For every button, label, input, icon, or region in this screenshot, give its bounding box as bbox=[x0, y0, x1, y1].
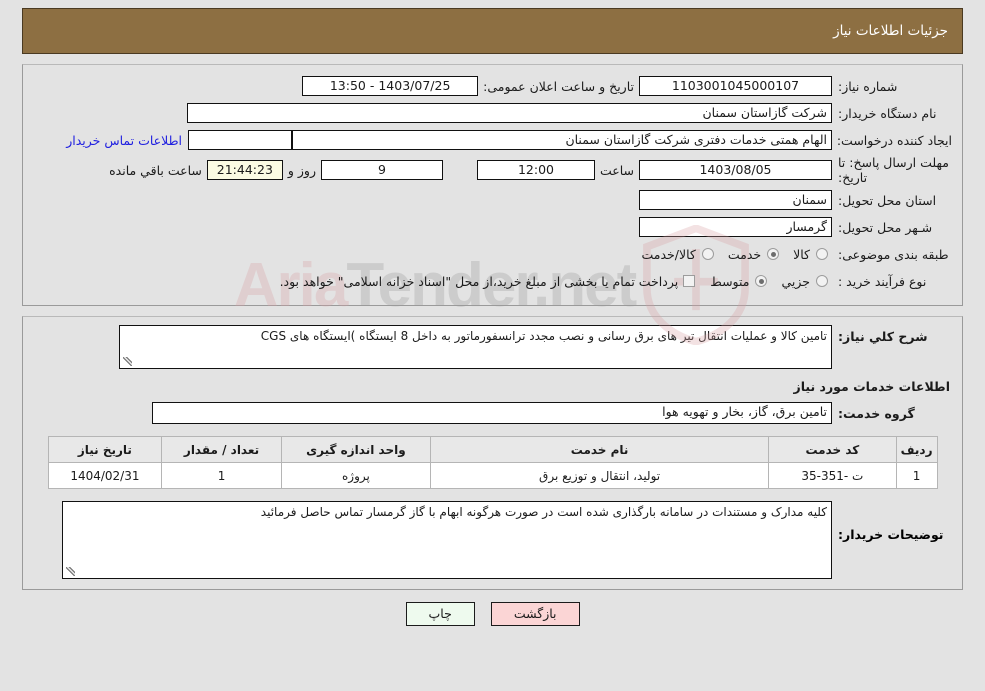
radio-category-goods-service-label: کالا/خدمت bbox=[641, 246, 696, 262]
row-category: طبقه بندی موضوعی: کالا خدمت کالا/خدمت bbox=[33, 241, 952, 267]
radio-category-service[interactable] bbox=[767, 248, 780, 260]
service-group-label: گروه خدمت: bbox=[838, 405, 915, 421]
treasury-docs-checkbox[interactable] bbox=[683, 275, 696, 287]
th-need-date: تاریخ نیاز bbox=[47, 436, 163, 463]
th-service-code: کد خدمت bbox=[768, 436, 897, 463]
treasury-docs-note: پرداخت تمام یا بخشی از مبلغ خرید،از محل … bbox=[279, 273, 679, 289]
table-header-row: ردیف کد خدمت نام خدمت واحد اندازه گیری ت… bbox=[47, 436, 938, 463]
creator-label: ایجاد کننده درخواست: bbox=[836, 132, 952, 148]
hour-label: ساعت bbox=[599, 162, 634, 178]
province-value: سمنان bbox=[639, 190, 832, 210]
services-section-title: اطلاعات خدمات مورد نیاز bbox=[793, 379, 951, 394]
city-label: شـهر محل تحویل: bbox=[838, 219, 933, 235]
th-row-index: ردیف bbox=[895, 436, 938, 463]
print-button[interactable]: چاپ bbox=[405, 602, 475, 626]
category-label: طبقه بندی موضوعی: bbox=[838, 246, 949, 262]
th-quantity: تعداد / مقدار bbox=[161, 436, 282, 463]
buyer-notes-textarea[interactable]: کلیه مدارک و مستندات در سامانه بارگذاری … bbox=[62, 501, 832, 579]
description-textarea[interactable]: تامین کالا و عملیات انتقال تیر های برق ر… bbox=[119, 325, 832, 369]
table-row: 1 ت -351-35 تولید، انتقال و توزیع برق پر… bbox=[47, 462, 938, 489]
deadline-label-line2: تاریخ: bbox=[838, 170, 868, 185]
need-info-panel: شماره نیاز: 1103001045000107 تاریخ و ساع… bbox=[22, 64, 963, 306]
page-root: AriaTender.net جزئیات اطلاعات نیاز شماره… bbox=[0, 0, 985, 691]
public-announce-value: 1403/07/25 - 13:50 bbox=[302, 76, 479, 96]
buyer-notes-label: توضیحات خریدار: bbox=[838, 527, 944, 542]
row-creator: ایجاد کننده درخواست: الهام همتی خدمات دف… bbox=[33, 127, 952, 153]
header-bar: جزئیات اطلاعات نیاز bbox=[22, 8, 963, 54]
buyer-org-label: نام دستگاه خریدار: bbox=[838, 105, 937, 121]
services-panel: شرح کلي نیاز: تامین کالا و عملیات انتقال… bbox=[22, 316, 963, 590]
service-group-value: تامین برق، گاز، بخار و تهویه هوا bbox=[152, 402, 832, 424]
buyer-contact-link[interactable]: اطلاعات تماس خریدار bbox=[60, 133, 188, 148]
radio-process-medium-label: متوسط bbox=[710, 273, 750, 289]
cell-unit: پروژه bbox=[280, 462, 432, 489]
radio-process-minor-label: جزیي bbox=[781, 273, 810, 289]
deadline-date-value: 1403/08/05 bbox=[639, 160, 832, 180]
cell-quantity: 1 bbox=[161, 462, 282, 489]
radio-category-goods[interactable] bbox=[816, 248, 828, 260]
province-label: استان محل تحویل: bbox=[838, 192, 937, 208]
cell-service-code: ت -351-35 bbox=[768, 462, 897, 489]
cell-service-name: تولید، انتقال و توزیع برق bbox=[430, 462, 770, 489]
remaining-days-label: روز و bbox=[287, 162, 316, 178]
countdown-label: ساعت باقي مانده bbox=[109, 162, 202, 178]
row-description: شرح کلي نیاز: تامین کالا و عملیات انتقال… bbox=[33, 325, 952, 369]
row-need-number: شماره نیاز: 1103001045000107 تاریخ و ساع… bbox=[33, 73, 952, 99]
row-process: نوع فرآیند خرید : جزیي متوسط پرداخت تمام… bbox=[33, 268, 952, 294]
header-wrapper: جزئیات اطلاعات نیاز bbox=[0, 0, 985, 54]
deadline-time-value: 12:00 bbox=[476, 160, 595, 180]
radio-process-medium[interactable] bbox=[755, 275, 768, 287]
cell-need-date: 1404/02/31 bbox=[47, 462, 163, 489]
deadline-label: مهلت ارسال پاسخ: تا تاریخ: bbox=[832, 155, 952, 185]
city-value: گرمسار bbox=[639, 217, 832, 237]
th-service-name: نام خدمت bbox=[430, 436, 770, 463]
row-buyer-notes: توضیحات خریدار: کلیه مدارک و مستندات در … bbox=[33, 501, 952, 579]
row-buyer-org: نام دستگاه خریدار: شرکت گازاستان سمنان bbox=[33, 100, 952, 126]
row-service-group: گروه خدمت: تامین برق، گاز، بخار و تهویه … bbox=[33, 402, 952, 424]
description-label: شرح کلي نیاز: bbox=[838, 329, 928, 344]
radio-category-goods-label: کالا bbox=[793, 246, 810, 262]
need-number-label: شماره نیاز: bbox=[838, 78, 898, 94]
deadline-label-line1: مهلت ارسال پاسخ: تا bbox=[838, 155, 949, 170]
public-announce-label: تاریخ و ساعت اعلان عمومی: bbox=[483, 78, 634, 94]
radio-process-minor[interactable] bbox=[816, 275, 828, 287]
process-label: نوع فرآیند خرید : bbox=[838, 273, 927, 289]
row-deadline: مهلت ارسال پاسخ: تا تاریخ: 1403/08/05 سا… bbox=[33, 154, 952, 186]
services-table: ردیف کد خدمت نام خدمت واحد اندازه گیری ت… bbox=[47, 436, 938, 489]
page-title: جزئیات اطلاعات نیاز bbox=[833, 23, 948, 39]
creator-value: الهام همتی خدمات دفتری شرکت گازاستان سمن… bbox=[292, 130, 832, 150]
need-number-value: 1103001045000107 bbox=[639, 76, 832, 96]
radio-category-goods-service[interactable] bbox=[701, 248, 714, 260]
th-unit: واحد اندازه گیری bbox=[280, 436, 432, 463]
cell-row-index: 1 bbox=[895, 462, 938, 489]
buyer-org-value: شرکت گازاستان سمنان bbox=[187, 103, 832, 123]
remaining-days-value: 9 bbox=[320, 160, 443, 180]
radio-category-service-label: خدمت bbox=[727, 246, 762, 262]
back-button[interactable]: بازگشت bbox=[490, 602, 580, 626]
footer-actions: بازگشت چاپ bbox=[0, 602, 985, 626]
contact-box bbox=[188, 130, 292, 150]
row-province: استان محل تحویل: سمنان bbox=[33, 187, 952, 213]
row-city: شـهر محل تحویل: گرمسار bbox=[33, 214, 952, 240]
countdown-value: 21:44:23 bbox=[206, 160, 283, 180]
